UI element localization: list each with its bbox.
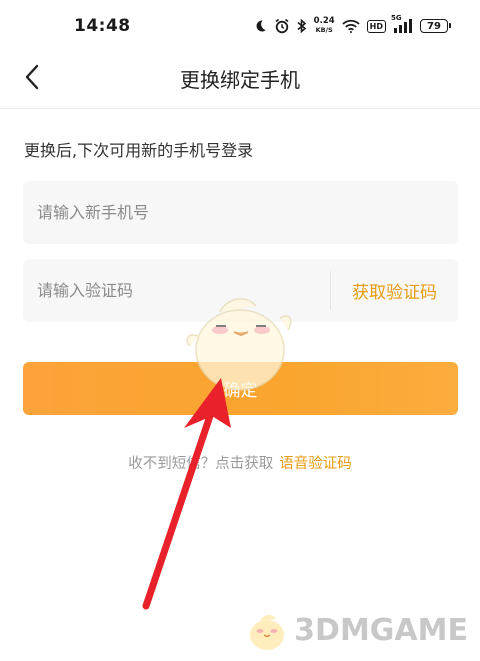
moon-icon: [253, 19, 267, 33]
status-icons: 0.24 KB/S HD 5G 79: [253, 14, 451, 38]
watermark: 3DMGAME: [244, 609, 468, 653]
bluetooth-icon: [297, 18, 307, 34]
watermark-text: 3DMGAME: [294, 613, 468, 648]
hint-text: 更换后,下次可用新的手机号登录: [24, 141, 254, 160]
hd-badge: HD: [366, 19, 386, 33]
page-title: 更换绑定手机: [180, 68, 300, 92]
net-speed-unit: KB/S: [315, 26, 333, 34]
net-speed-value: 0.24: [313, 16, 335, 26]
alarm-icon: [274, 18, 290, 34]
battery-indicator: 79: [420, 19, 451, 33]
voice-code-link[interactable]: 语音验证码: [279, 456, 352, 472]
wifi-icon: [342, 19, 360, 33]
voice-code-prefix: 收不到短信？点击获取: [128, 456, 274, 472]
voice-code-line: 收不到短信？点击获取 语音验证码: [0, 452, 480, 473]
phone-field: [23, 181, 458, 244]
signal-icon: 5G: [391, 14, 413, 33]
signal-label: 5G: [391, 14, 402, 22]
mascot-overlay: [186, 298, 292, 391]
watermark-logo: [250, 615, 285, 650]
nav-bar: 更换绑定手机: [0, 50, 480, 109]
status-time: 14:48: [74, 16, 131, 36]
arrow-shaft: [142, 406, 216, 610]
phone-input[interactable]: [37, 181, 442, 244]
status-bar: 14:48 0.24 KB/S HD 5G 79: [0, 0, 480, 50]
net-speed: 0.24 KB/S: [314, 17, 335, 35]
get-code-button[interactable]: 获取验证码: [331, 259, 458, 322]
